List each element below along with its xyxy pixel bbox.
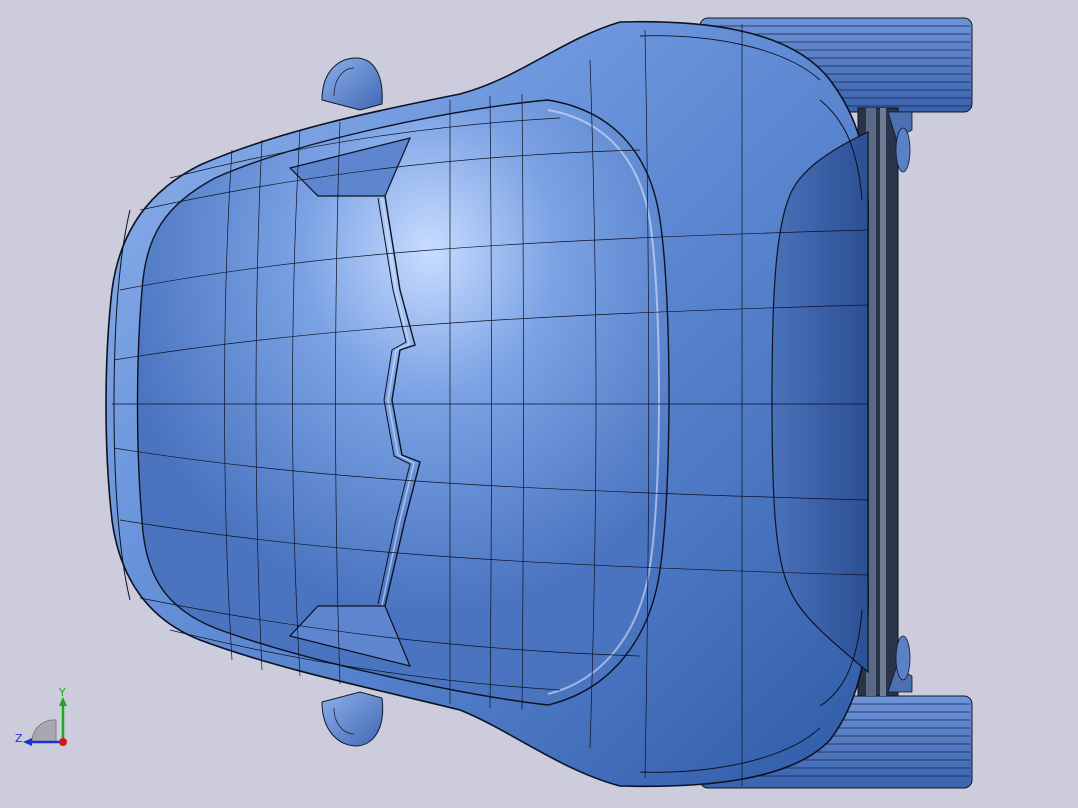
side-mirror-top[interactable] [321,57,383,111]
cad-graphics-viewport[interactable]: Y Z [0,0,1078,808]
axis-triad: Y Z [10,684,80,754]
y-axis-label: Y [59,686,66,699]
car-body[interactable] [105,20,870,788]
car-body-model[interactable] [0,0,1078,808]
triad-quadrant-shape [31,719,57,743]
z-axis-label: Z [15,732,23,745]
side-mirror-bottom[interactable] [321,691,384,747]
x-axis-point [59,738,67,746]
